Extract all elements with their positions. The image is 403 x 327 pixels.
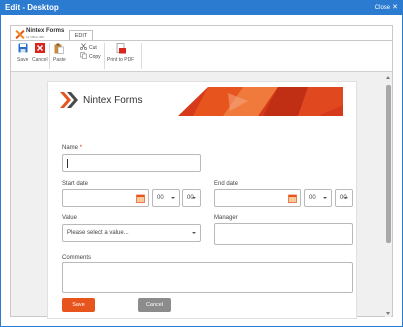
end-minute-select[interactable]: 00 — [335, 189, 353, 207]
cancel-ribbon-label: Cancel — [32, 57, 48, 63]
chevron-down-icon — [171, 197, 175, 199]
pdf-icon — [116, 42, 126, 53]
banner-art — [178, 87, 343, 116]
print-pdf-label: Print to PDF — [107, 57, 135, 63]
form-banner: Nintex Forms — [58, 87, 343, 116]
ribbon-divider — [11, 40, 392, 41]
ribbon-separator — [141, 43, 142, 69]
copy-button[interactable]: Copy — [80, 52, 101, 61]
text-cursor — [67, 159, 68, 168]
calendar-icon[interactable] — [288, 194, 297, 203]
banner-logo: Nintex Forms — [58, 91, 142, 109]
value-label: Value — [62, 215, 77, 221]
cut-label: Cut — [89, 44, 97, 51]
save-icon — [18, 43, 28, 53]
vertical-scrollbar[interactable] — [385, 73, 391, 317]
nintex-logo-icon — [15, 30, 24, 39]
close-button[interactable]: Close ✕ — [375, 3, 398, 13]
end-date-input[interactable] — [214, 189, 301, 207]
value-select[interactable]: Please select a value... — [62, 224, 201, 242]
cancel-icon — [34, 43, 45, 53]
save-ribbon-label: Save — [17, 57, 29, 63]
end-date-label: End date — [214, 181, 239, 187]
edit-dialog: Edit - Desktop Close ✕ Nintex Forms for O… — [0, 0, 403, 327]
ribbon: Nintex Forms for Office 365 EDIT Save Can… — [11, 26, 392, 72]
title-bar: Edit - Desktop Close ✕ — [1, 1, 402, 15]
paste-ribbon-label: Paste — [53, 57, 66, 63]
nintex-x-icon — [60, 92, 78, 108]
nintex-form: Nintex Forms Name * Start date 00 00 End… — [47, 81, 357, 319]
calendar-icon[interactable] — [136, 194, 145, 203]
scroll-up-icon[interactable] — [386, 76, 390, 79]
form-frame: Nintex Forms for Office 365 EDIT Save Can… — [10, 25, 393, 319]
window-title: Edit - Desktop — [5, 3, 59, 12]
save-ribbon-button[interactable]: Save — [17, 43, 28, 63]
ribbon-separator — [104, 43, 105, 69]
copy-icon — [80, 52, 87, 61]
manager-label: Manager — [214, 215, 238, 221]
paste-icon — [54, 43, 65, 54]
cut-button[interactable]: Cut — [80, 43, 101, 52]
comments-label: Comments — [62, 255, 92, 261]
save-button[interactable]: Save — [62, 298, 95, 312]
name-label: Name * — [62, 145, 83, 151]
chevron-down-icon — [192, 197, 196, 199]
scrollbar-thumb[interactable] — [386, 85, 391, 243]
ribbon-separator — [49, 43, 50, 69]
chevron-down-icon — [344, 197, 348, 199]
manager-input[interactable] — [214, 223, 353, 245]
chevron-down-icon — [192, 232, 196, 234]
cancel-ribbon-button[interactable]: Cancel — [32, 43, 48, 63]
start-date-input[interactable] — [62, 189, 149, 207]
cancel-button[interactable]: Cancel — [138, 298, 171, 312]
chevron-down-icon — [323, 197, 327, 199]
end-hour-select[interactable]: 00 — [304, 189, 332, 207]
close-icon: ✕ — [392, 4, 398, 11]
close-label: Close — [374, 5, 391, 11]
scissors-icon — [80, 43, 87, 52]
tab-edit[interactable]: EDIT — [69, 30, 93, 40]
name-input[interactable] — [62, 154, 201, 172]
start-date-label: Start date — [62, 181, 89, 187]
start-hour-select[interactable]: 00 — [152, 189, 180, 207]
nintex-brand: Nintex Forms for Office 365 — [15, 28, 65, 40]
copy-label: Copy — [89, 53, 101, 60]
clipboard-group: Cut Copy — [80, 43, 101, 61]
banner-logo-text: Nintex Forms — [83, 94, 143, 106]
start-minute-select[interactable]: 00 — [182, 189, 201, 207]
comments-textarea[interactable] — [62, 262, 353, 293]
paste-ribbon-button[interactable]: Paste — [53, 43, 66, 63]
scroll-down-icon[interactable] — [386, 312, 390, 315]
print-pdf-button[interactable]: Print to PDF — [107, 42, 135, 63]
